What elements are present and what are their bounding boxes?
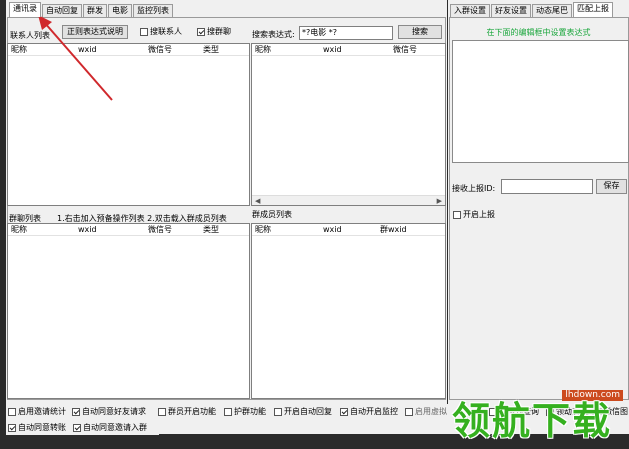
- group-members-header: 昵称 wxid 群wxid: [252, 224, 445, 236]
- options-bar-row2: 自动同意转账 自动同意邀请入群: [6, 420, 159, 435]
- expression-instruction: 在下面的编辑框中设置表达式: [486, 28, 591, 37]
- settings-panel: 入群设置 好友设置 动态尾巴 匹配上报 在下面的编辑框中设置表达式 接收上报ID…: [448, 0, 629, 404]
- option-box[interactable]: [8, 423, 16, 432]
- settings-tab-strip: 入群设置 好友设置 动态尾巴 匹配上报: [450, 2, 613, 17]
- save-button[interactable]: 保存: [596, 179, 627, 194]
- option-label: 自动同意转账: [18, 423, 66, 432]
- option-box[interactable]: [224, 407, 232, 416]
- option-auto-reply[interactable]: 开启自动回复: [274, 406, 332, 417]
- scroll-right-icon[interactable]: ▶: [437, 197, 442, 205]
- search-groups-box[interactable]: [197, 27, 205, 36]
- column-header[interactable]: 昵称: [252, 224, 320, 235]
- tab-dynamic-tail[interactable]: 动态尾巴: [532, 4, 572, 17]
- option-invite-stats[interactable]: 启用邀请统计: [8, 406, 66, 417]
- tab-join-group-settings[interactable]: 入群设置: [450, 4, 490, 17]
- column-header[interactable]: 类型: [200, 44, 245, 55]
- group-members-label: 群成员列表: [252, 210, 292, 219]
- contacts-list-header: 昵称 wxid 微信号 类型: [8, 44, 249, 56]
- horizontal-scrollbar[interactable]: ◀ ▶: [252, 195, 445, 205]
- search-results-listview[interactable]: 昵称 wxid 微信号 ◀ ▶: [251, 43, 446, 206]
- column-header[interactable]: wxid: [320, 224, 377, 235]
- option-label: 自动同意好友请求: [82, 407, 146, 416]
- search-expression-label: 搜索表达式:: [252, 30, 295, 39]
- main-tab-strip: 通讯录 自动回复 群发 电影 监控列表: [9, 2, 173, 17]
- group-listview[interactable]: 昵称 wxid 微信号 类型: [7, 223, 250, 399]
- main-panel: 通讯录 自动回复 群发 电影 监控列表 联系人列表 正则表达式说明 搜联系人 搜…: [6, 0, 447, 404]
- option-member-features[interactable]: 群员开启功能: [158, 406, 216, 417]
- option-auto-accept-transfer[interactable]: 自动同意转账: [8, 422, 66, 433]
- option-auto-monitor[interactable]: 自动开启监控: [340, 406, 398, 417]
- column-header[interactable]: 微信号: [145, 224, 200, 235]
- option-box[interactable]: [274, 407, 282, 416]
- expression-editor[interactable]: [452, 40, 629, 163]
- option-label: 自动开启监控: [350, 407, 398, 416]
- tab-contacts[interactable]: 通讯录: [9, 2, 41, 17]
- option-box[interactable]: [8, 407, 16, 416]
- column-header[interactable]: 群wxid: [377, 224, 437, 235]
- enable-report-checkbox[interactable]: 开启上报: [453, 209, 495, 220]
- option-auto-accept-group-invite[interactable]: 自动同意邀请入群: [73, 422, 147, 433]
- receiver-id-label: 接收上报ID:: [452, 184, 496, 193]
- option-box[interactable]: [340, 407, 348, 416]
- regex-help-button[interactable]: 正则表达式说明: [62, 25, 128, 39]
- watermark: lhdown.com 领航下载: [452, 386, 629, 449]
- column-header[interactable]: 昵称: [8, 44, 75, 55]
- column-header[interactable]: 微信号: [390, 44, 442, 55]
- search-button[interactable]: 搜索: [398, 25, 442, 39]
- option-group-protection[interactable]: 护群功能: [224, 406, 266, 417]
- option-label: 启用虚拟: [415, 407, 447, 416]
- column-header[interactable]: wxid: [75, 44, 145, 55]
- enable-report-box[interactable]: [453, 210, 461, 219]
- search-groups-label: 搜群聊: [207, 27, 231, 36]
- contacts-listview[interactable]: 昵称 wxid 微信号 类型: [7, 43, 250, 206]
- column-header[interactable]: 微信号: [145, 44, 200, 55]
- tab-auto-reply[interactable]: 自动回复: [42, 4, 82, 17]
- option-enable-virtual[interactable]: 启用虚拟: [405, 406, 447, 417]
- option-box[interactable]: [72, 407, 80, 416]
- option-label: 启用邀请统计: [18, 407, 66, 416]
- group-members-listview[interactable]: 昵称 wxid 群wxid: [251, 223, 446, 399]
- column-header[interactable]: 类型: [200, 224, 245, 235]
- tab-friend-settings[interactable]: 好友设置: [491, 4, 531, 17]
- option-box[interactable]: [158, 407, 166, 416]
- watermark-brand: 领航下载: [452, 399, 613, 443]
- option-label: 群员开启功能: [168, 407, 216, 416]
- search-contacts-checkbox[interactable]: 搜联系人: [140, 26, 182, 37]
- column-header[interactable]: 昵称: [252, 44, 320, 55]
- column-header[interactable]: 昵称: [8, 224, 75, 235]
- option-label: 开启自动回复: [284, 407, 332, 416]
- option-label: 护群功能: [234, 407, 266, 416]
- option-auto-accept-friends[interactable]: 自动同意好友请求: [72, 406, 146, 417]
- search-contacts-label: 搜联系人: [150, 27, 182, 36]
- tab-match-report[interactable]: 匹配上报: [573, 2, 613, 17]
- search-contacts-box[interactable]: [140, 27, 148, 36]
- search-expression-input[interactable]: *?电影 *?: [299, 26, 393, 40]
- option-box[interactable]: [405, 407, 413, 416]
- tab-mass-send[interactable]: 群发: [83, 4, 107, 17]
- enable-report-label: 开启上报: [463, 210, 495, 219]
- option-box[interactable]: [73, 423, 81, 432]
- receiver-id-input[interactable]: [501, 179, 593, 194]
- group-list-header: 昵称 wxid 微信号 类型: [8, 224, 249, 236]
- scroll-left-icon[interactable]: ◀: [255, 197, 260, 205]
- tab-monitor-list[interactable]: 监控列表: [133, 4, 173, 17]
- column-header[interactable]: wxid: [75, 224, 145, 235]
- search-groups-checkbox[interactable]: 搜群聊: [197, 26, 231, 37]
- search-results-header: 昵称 wxid 微信号: [252, 44, 445, 56]
- contacts-list-label: 联系人列表: [10, 31, 50, 40]
- column-header[interactable]: wxid: [320, 44, 390, 55]
- option-label: 自动同意邀请入群: [83, 423, 147, 432]
- tab-movie[interactable]: 电影: [108, 4, 132, 17]
